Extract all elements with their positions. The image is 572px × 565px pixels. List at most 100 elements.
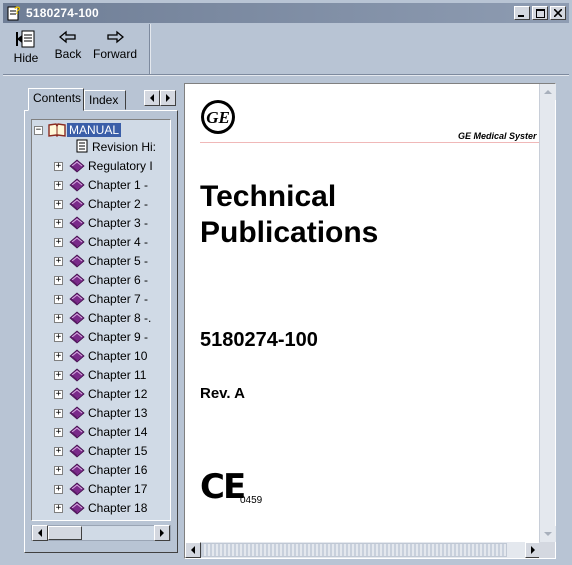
tree-item-chapter[interactable]: + Chapter 6 - <box>54 272 148 288</box>
tree-item-chapter[interactable]: + Chapter 17 <box>54 481 147 497</box>
closed-book-icon <box>69 368 85 382</box>
tree-item-label: Chapter 11 <box>88 368 147 382</box>
document-page: GE GE Medical Syster Technical Publicati… <box>186 85 540 541</box>
expand-icon[interactable]: + <box>54 180 63 190</box>
document-title: Technical Publications <box>200 179 378 251</box>
tree-root[interactable]: − MANUAL <box>34 122 122 138</box>
tree-item-chapter[interactable]: + Chapter 16 <box>54 462 147 478</box>
tree-root-label[interactable]: MANUAL <box>67 123 122 137</box>
tree-item-label: Chapter 6 - <box>88 273 149 287</box>
tree-item-label: Chapter 17 <box>88 482 148 496</box>
closed-book-icon <box>69 444 85 458</box>
title-bar[interactable]: ? 5180274-100 <box>3 3 569 23</box>
hide-pane-icon <box>16 30 35 48</box>
tree-item-chapter[interactable]: + Chapter 14 <box>54 424 147 440</box>
tree-scroll-thumb[interactable] <box>48 526 82 540</box>
closed-book-icon <box>69 273 85 287</box>
tab-contents[interactable]: Contents <box>28 88 84 111</box>
expand-icon[interactable]: + <box>54 465 63 475</box>
expand-icon[interactable]: + <box>54 332 63 342</box>
scroll-down-button[interactable] <box>540 526 556 542</box>
maximize-button[interactable] <box>532 6 548 20</box>
triangle-up-icon <box>544 90 552 94</box>
tree-item-chapter[interactable]: + Chapter 12 <box>54 386 147 402</box>
tree-item-chapter[interactable]: + Chapter 1 - <box>54 177 148 193</box>
expand-icon[interactable]: + <box>54 408 63 418</box>
maximize-icon <box>535 8 545 18</box>
tree-item-chapter[interactable]: + Chapter 5 - <box>54 253 148 269</box>
tree-item-revision-history[interactable]: Revision Hi: <box>76 139 156 155</box>
tree-item-chapter[interactable]: + Chapter 4 - <box>54 234 148 250</box>
tree-item-chapter[interactable]: + Chapter 2 - <box>54 196 148 212</box>
forward-button[interactable]: Forward <box>87 24 143 74</box>
expand-icon[interactable]: + <box>54 484 63 494</box>
expand-icon[interactable]: + <box>54 294 63 304</box>
tree-item-chapter[interactable]: + Regulatory I <box>54 158 153 174</box>
closed-book-icon <box>69 501 85 515</box>
hide-button[interactable]: Hide <box>3 24 49 74</box>
triangle-right-icon <box>531 546 535 554</box>
tree-item-chapter[interactable]: + Chapter 7 - <box>54 291 148 307</box>
document-vertical-scrollbar[interactable] <box>539 84 556 542</box>
document-horizontal-scrollbar[interactable] <box>185 542 541 558</box>
expand-icon[interactable]: + <box>54 351 63 361</box>
open-book-icon <box>48 123 66 137</box>
triangle-left-icon <box>38 529 42 537</box>
tree-item-chapter[interactable]: + Chapter 15 <box>54 443 147 459</box>
expand-icon[interactable]: + <box>54 313 63 323</box>
doc-scroll-thumb[interactable] <box>201 543 507 557</box>
expand-icon[interactable]: + <box>54 446 63 456</box>
revision-label: Rev. A <box>200 385 246 402</box>
tab-scroll-right-button[interactable] <box>160 90 176 106</box>
tree-horizontal-scrollbar[interactable] <box>31 525 171 541</box>
tab-scroll-left-button[interactable] <box>144 90 160 106</box>
tree-item-label: Chapter 13 <box>88 406 148 420</box>
back-button[interactable]: Back <box>49 24 87 74</box>
closed-book-icon <box>69 178 85 192</box>
closed-book-icon <box>69 349 85 363</box>
navigation-pane: Contents Index − MANUAL Revision Hi: + R… <box>24 88 178 553</box>
tree-item-chapter[interactable]: + Chapter 13 <box>54 405 147 421</box>
expand-icon[interactable]: + <box>54 218 63 228</box>
expand-icon[interactable]: + <box>54 275 63 285</box>
tree-item-chapter[interactable]: + Chapter 8 -. <box>54 310 151 326</box>
tree-item-label: Chapter 15 <box>88 444 148 458</box>
tree-item-label: Regulatory I <box>88 159 153 173</box>
scroll-up-button[interactable] <box>540 84 556 100</box>
expand-icon[interactable]: + <box>54 370 63 380</box>
tree-item-label: Chapter 10 <box>88 349 148 363</box>
tree-item-chapter[interactable]: + Chapter 3 - <box>54 215 148 231</box>
help-window: ? 5180274-100 Hide Back Forward Contents… <box>0 0 572 565</box>
tab-index[interactable]: Index <box>84 90 126 110</box>
expand-icon[interactable]: + <box>54 389 63 399</box>
help-file-icon: ? <box>6 5 22 21</box>
tree-item-label: Chapter 16 <box>88 463 148 477</box>
collapse-icon[interactable]: − <box>34 125 43 135</box>
tree-item-label: Chapter 4 - <box>88 235 149 249</box>
expand-icon[interactable]: + <box>54 256 63 266</box>
forward-arrow-icon <box>107 30 124 44</box>
tree-item-label: Chapter 18 <box>88 501 148 515</box>
triangle-left-icon <box>191 546 195 554</box>
doc-scroll-left-button[interactable] <box>185 542 201 558</box>
tree-item-label: Chapter 5 - <box>88 254 149 268</box>
closed-book-icon <box>69 482 85 496</box>
page-icon <box>76 139 88 156</box>
expand-icon[interactable]: + <box>54 237 63 247</box>
tree-scroll-right-button[interactable] <box>154 525 170 541</box>
tree-scroll-left-button[interactable] <box>32 525 48 541</box>
expand-icon[interactable]: + <box>54 503 63 513</box>
expand-icon[interactable]: + <box>54 161 63 171</box>
tab-contents-label: Contents <box>33 91 82 105</box>
expand-icon[interactable]: + <box>54 199 63 209</box>
tree-item-chapter[interactable]: + Chapter 11 <box>54 367 146 383</box>
close-button[interactable] <box>550 6 566 20</box>
contents-tree[interactable]: − MANUAL Revision Hi: + Regulatory I + C… <box>31 119 171 521</box>
tree-item-label: Chapter 7 - <box>88 292 149 306</box>
tree-item-chapter[interactable]: + Chapter 10 <box>54 348 147 364</box>
minimize-button[interactable] <box>514 6 530 20</box>
tab-index-label: Index <box>89 93 119 107</box>
expand-icon[interactable]: + <box>54 427 63 437</box>
tree-item-chapter[interactable]: + Chapter 18 <box>54 500 147 516</box>
tree-item-chapter[interactable]: + Chapter 9 - <box>54 329 148 345</box>
